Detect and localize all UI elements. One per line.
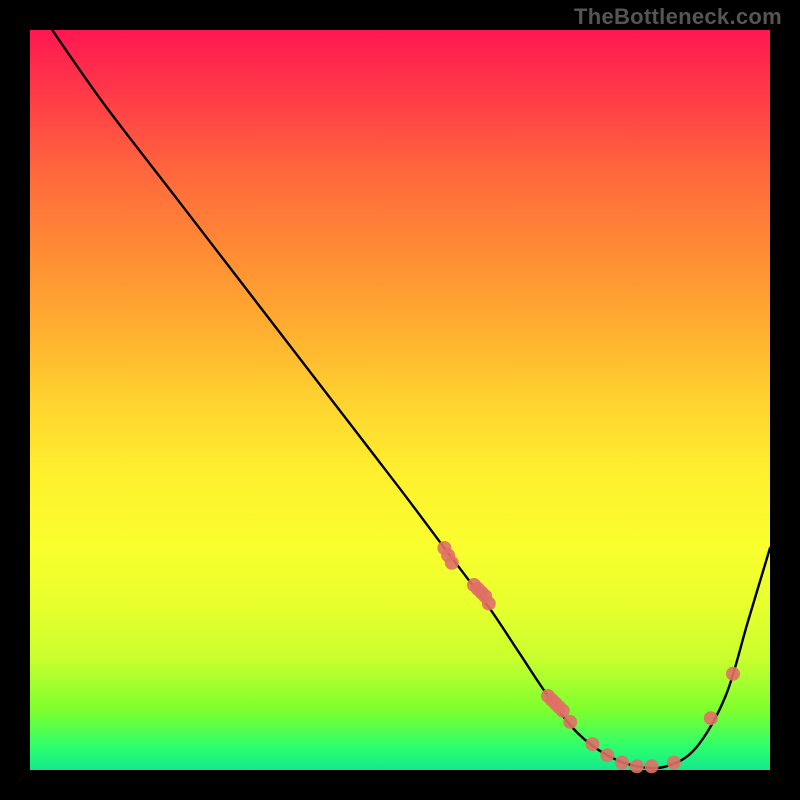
data-point [645, 759, 659, 773]
data-point [630, 759, 644, 773]
chart-figure: TheBottleneck.com [0, 0, 800, 800]
data-point [704, 711, 718, 725]
data-point [726, 667, 740, 681]
data-point [563, 715, 577, 729]
data-point [600, 748, 614, 762]
data-point [445, 556, 459, 570]
chart-overlay [30, 30, 770, 770]
data-point [615, 756, 629, 770]
data-points [437, 541, 740, 773]
watermark-text: TheBottleneck.com [574, 4, 782, 30]
data-point [667, 756, 681, 770]
bottleneck-curve [52, 30, 770, 768]
data-point [585, 737, 599, 751]
data-point [482, 597, 496, 611]
plot-area [30, 30, 770, 770]
